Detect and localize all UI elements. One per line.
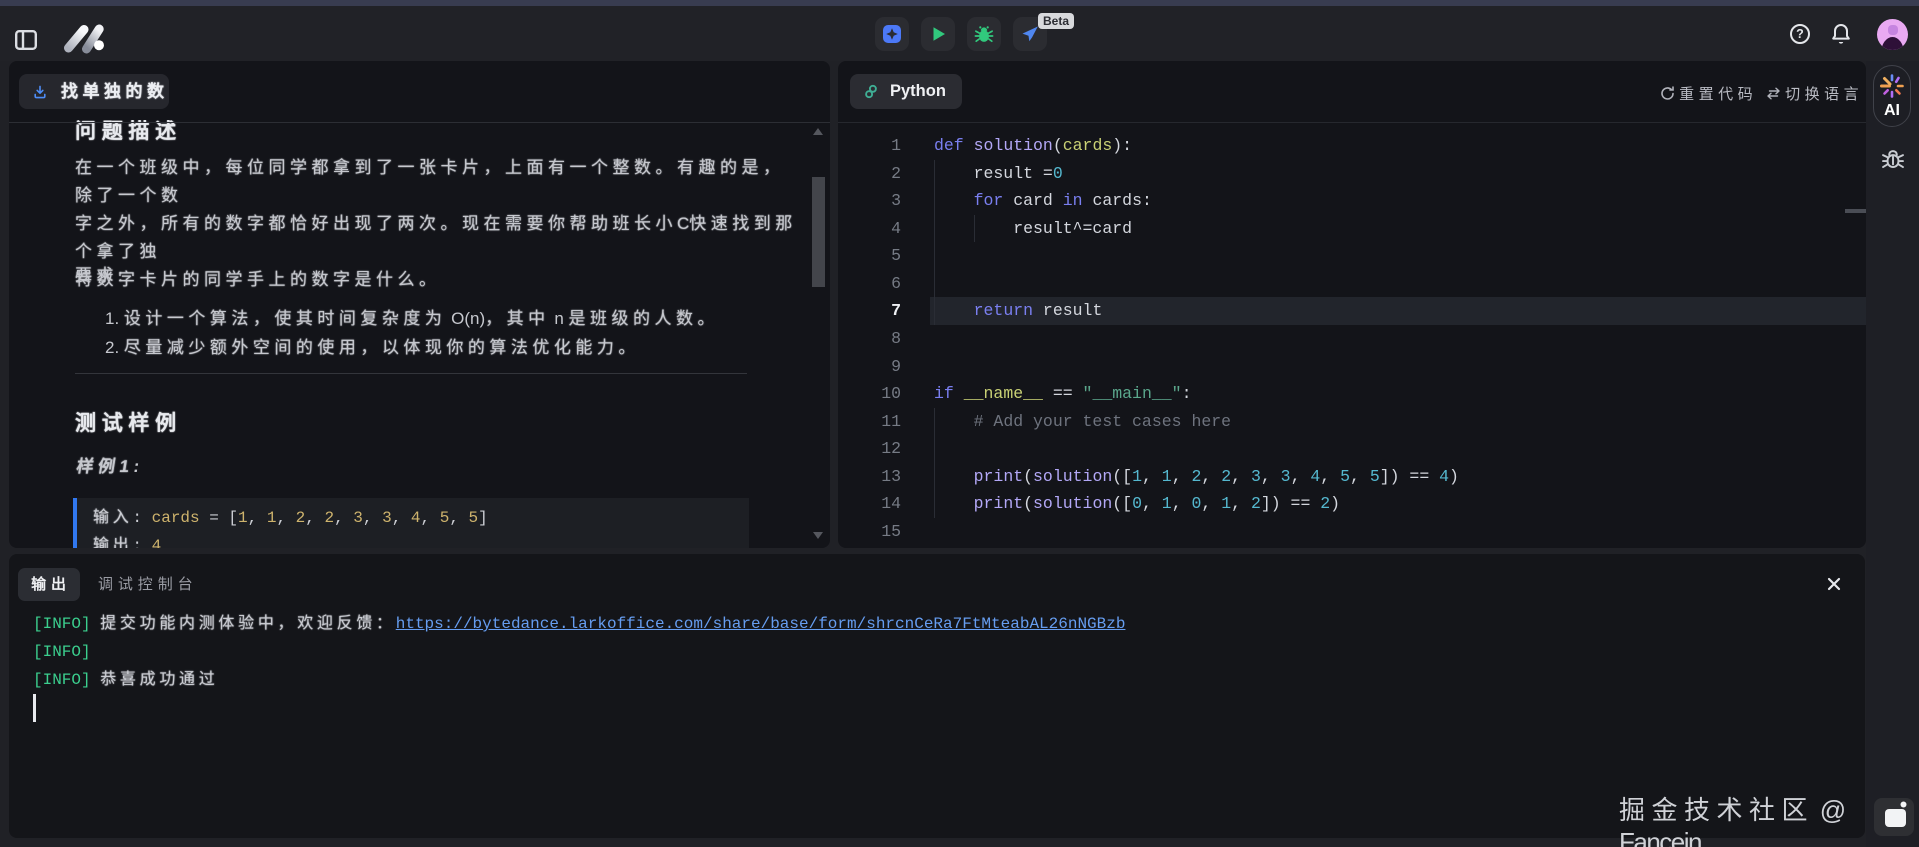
- svg-text:?: ?: [1796, 27, 1804, 41]
